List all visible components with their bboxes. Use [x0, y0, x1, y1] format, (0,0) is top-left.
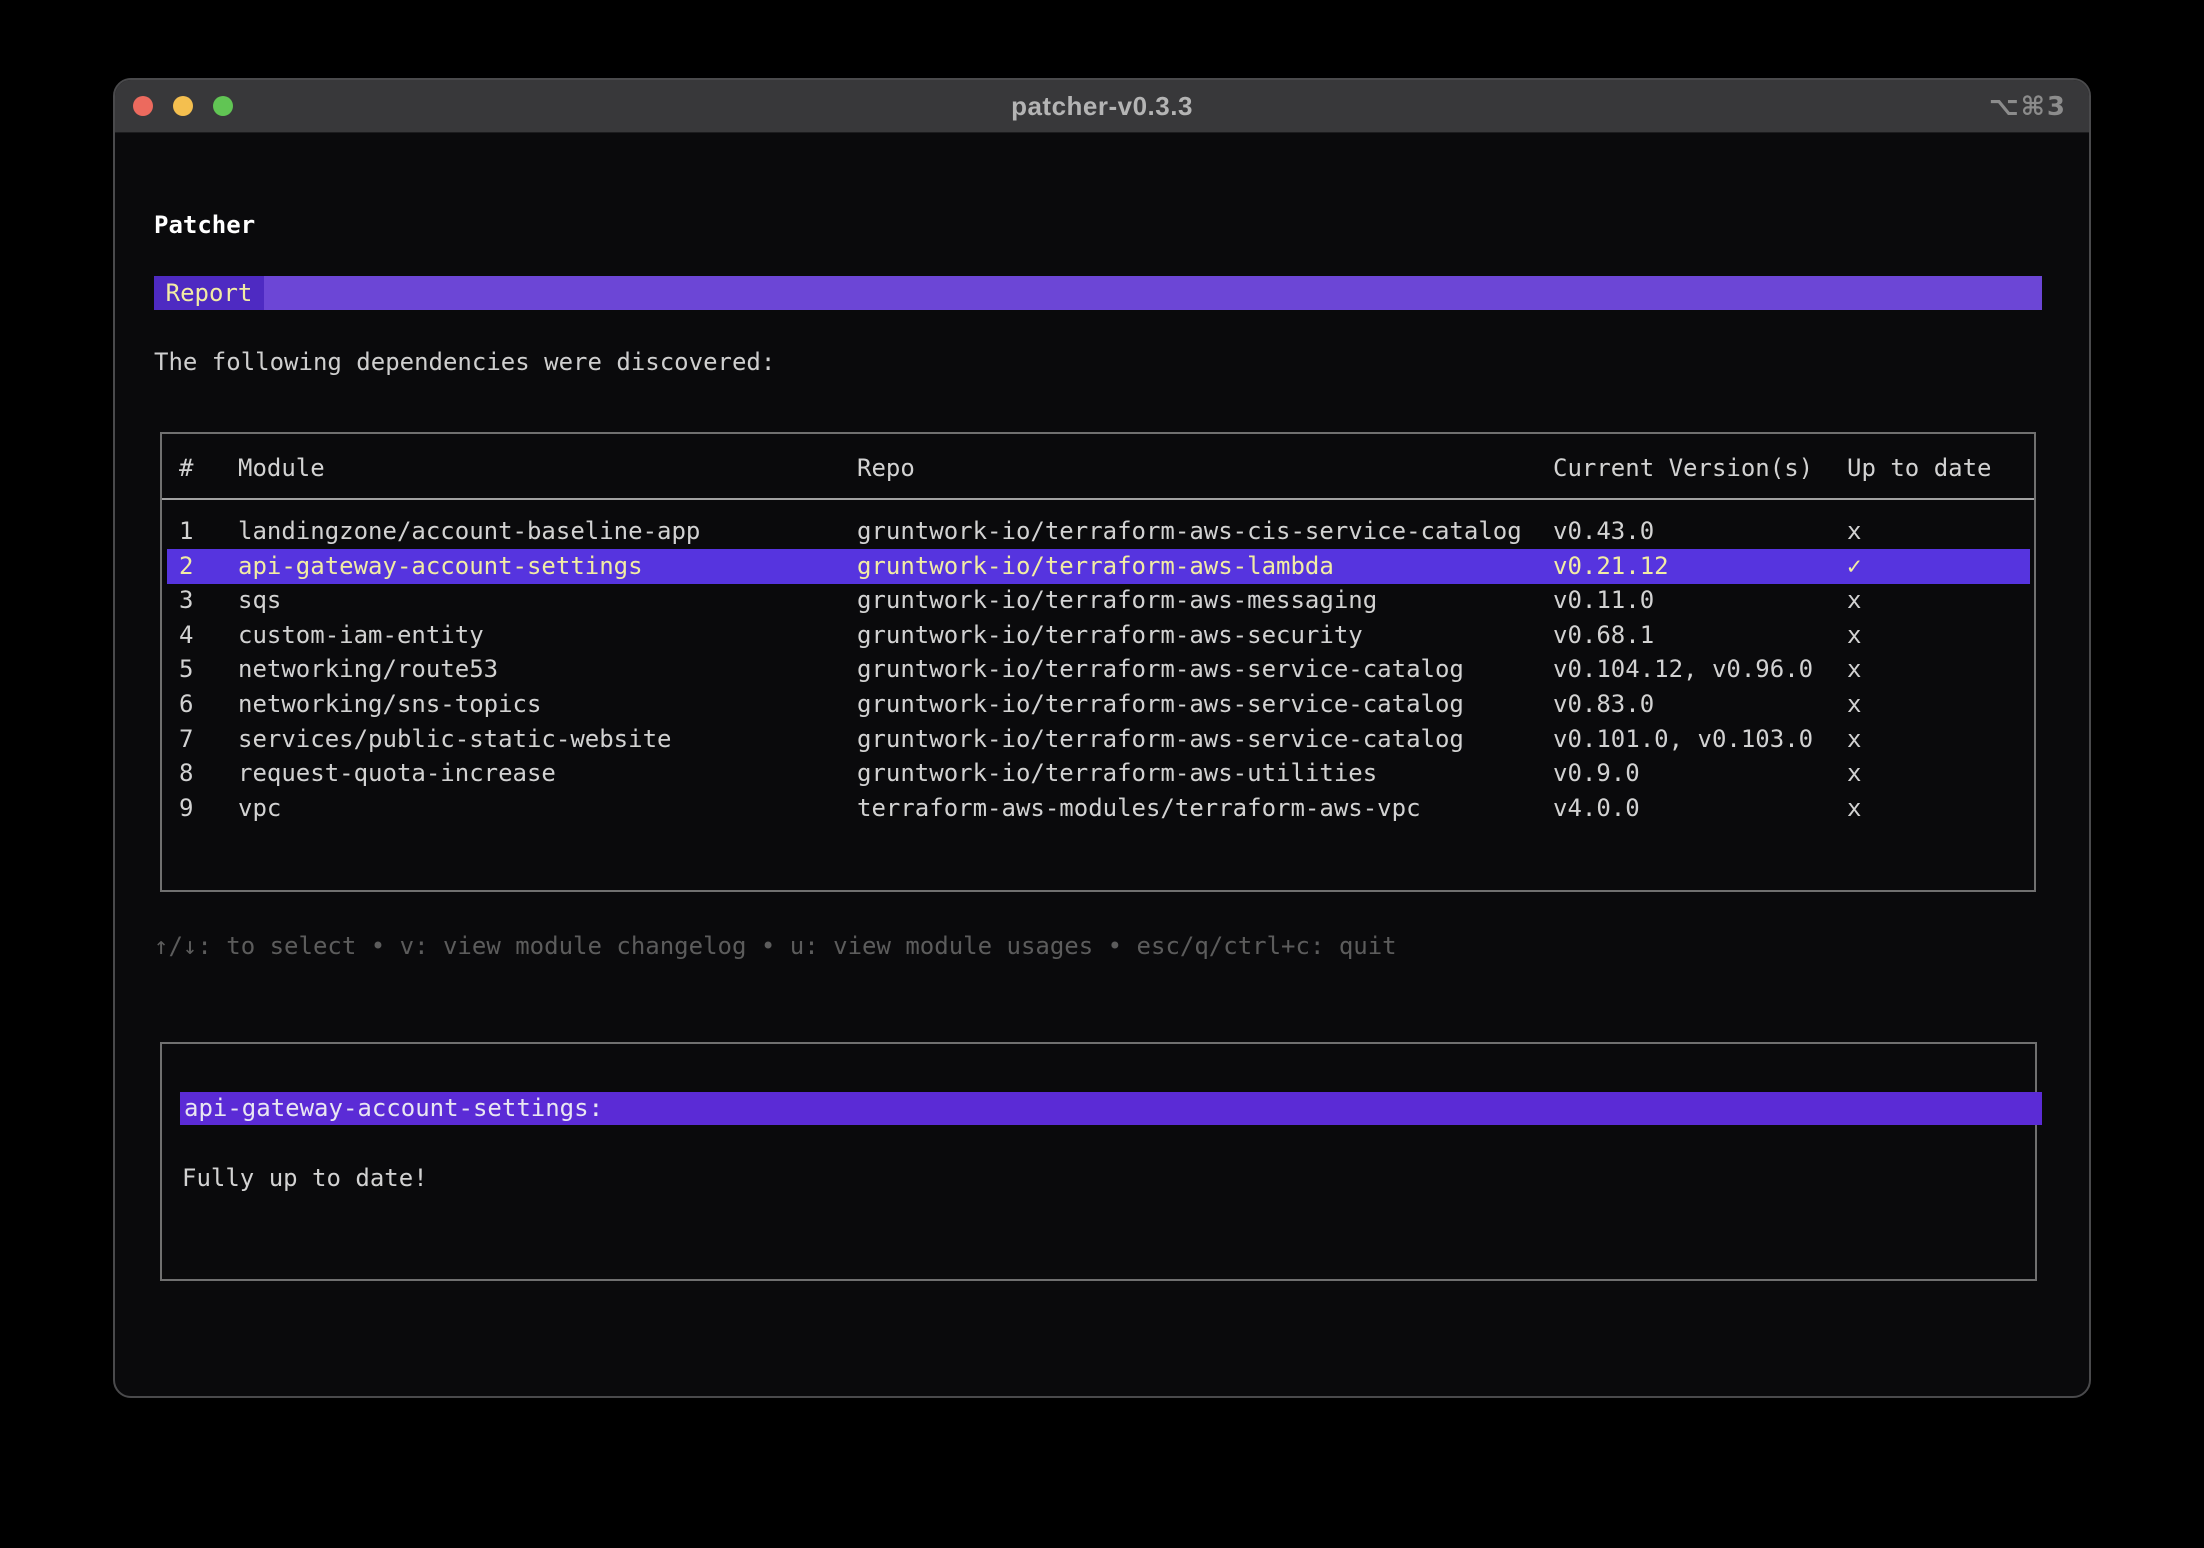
terminal-window: patcher-v0.3.3 ⌥⌘3 Patcher Report The fo… [113, 78, 2091, 1398]
cell-repo: terraform-aws-modules/terraform-aws-vpc [857, 793, 1421, 822]
cell-num: 5 [179, 655, 194, 684]
cell-module: services/public-static-website [238, 724, 672, 753]
intro-text: The following dependencies were discover… [154, 348, 776, 376]
cell-repo: gruntwork-io/terraform-aws-service-catal… [857, 655, 1464, 684]
cell-repo: gruntwork-io/terraform-aws-cis-service-c… [857, 517, 1522, 545]
cell-up-to-date: x [1847, 655, 1862, 684]
cell-up-to-date: x [1847, 690, 1862, 718]
cell-version: v0.9.0 [1553, 759, 1640, 788]
cell-repo: gruntwork-io/terraform-aws-service-catal… [857, 724, 1464, 753]
cell-num: 3 [179, 586, 194, 615]
cell-version: v0.43.0 [1553, 517, 1655, 545]
cell-module: api-gateway-account-settings [238, 551, 643, 580]
table-row[interactable]: 2 api-gateway-account-settings gruntwork-i… [167, 548, 2030, 584]
table-row[interactable]: 7 services/public-static-website gruntwork… [167, 722, 2030, 757]
cell-repo: gruntwork-io/terraform-aws-messaging [857, 586, 1378, 615]
cell-up-to-date: ✓ [1847, 551, 1862, 580]
cell-repo: gruntwork-io/terraform-aws-utilities [857, 759, 1378, 788]
cell-version: v0.68.1 [1553, 620, 1655, 649]
cell-up-to-date: x [1847, 724, 1862, 753]
cell-module: request-quota-increase [238, 759, 556, 788]
cell-version: v0.104.12, v0.96.0 [1553, 655, 1814, 684]
tab-shortcut-badge: ⌥⌘3 [1988, 91, 2067, 122]
cell-version: v0.21.12 [1553, 551, 1669, 580]
cell-up-to-date: x [1847, 586, 1862, 615]
window-titlebar[interactable]: patcher-v0.3.3 ⌥⌘3 [115, 80, 2089, 133]
cell-version: v4.0.0 [1553, 793, 1640, 822]
table-rows: 1 landingzone/account-baseline-app gruntwo… [162, 434, 2034, 890]
cell-num: 1 [179, 517, 194, 545]
cell-module: sqs [238, 586, 282, 615]
dependencies-table: # Module Repo Current Version(s) Up to d… [160, 432, 2036, 892]
app-heading: Patcher [154, 211, 256, 239]
cell-num: 7 [179, 724, 194, 753]
table-row[interactable]: 1 landingzone/account-baseline-app gruntwo… [167, 514, 2030, 549]
table-row[interactable]: 6 networking/sns-topics gruntwork-io/terra… [167, 687, 2030, 722]
cell-up-to-date: x [1847, 620, 1862, 649]
table-row[interactable]: 8 request-quota-increase gruntwork-io/terr… [167, 756, 2030, 791]
cell-repo: gruntwork-io/terraform-aws-service-catal… [857, 690, 1464, 718]
cell-num: 9 [179, 793, 194, 822]
cell-module: landingzone/account-baseline-app [238, 517, 701, 545]
cell-num: 8 [179, 759, 194, 788]
cell-module: custom-iam-entity [238, 620, 484, 649]
cell-version: v0.11.0 [1553, 586, 1655, 615]
table-row[interactable]: 3 sqs gruntwork-io/terraform-aws-messaging… [167, 583, 2030, 618]
module-detail-body: Fully up to date! [182, 1164, 428, 1192]
cell-version: v0.83.0 [1553, 690, 1655, 718]
cell-module: networking/route53 [238, 655, 499, 684]
cell-version: v0.101.0, v0.103.0 [1553, 724, 1814, 753]
keybinding-help: ↑/↓: to select • v: view module changelo… [154, 932, 1397, 960]
tab-report[interactable]: Report [154, 276, 264, 310]
module-detail-box [160, 1042, 2037, 1281]
cell-up-to-date: x [1847, 517, 1862, 545]
report-tab-bar: Report [154, 276, 2042, 310]
window-title: patcher-v0.3.3 [1011, 91, 1193, 121]
cell-up-to-date: x [1847, 793, 1862, 822]
table-row[interactable]: 9 vpc terraform-aws-modules/terraform-aws-… [167, 791, 2030, 826]
cell-num: 6 [179, 690, 194, 718]
cell-module: networking/sns-topics [238, 690, 542, 718]
table-row[interactable]: 5 networking/route53 gruntwork-io/terrafor… [167, 652, 2030, 687]
cell-repo: gruntwork-io/terraform-aws-security [857, 620, 1363, 649]
cell-up-to-date: x [1847, 759, 1862, 788]
module-detail-title: api-gateway-account-settings: [180, 1092, 2042, 1125]
table-row[interactable]: 4 custom-iam-entity gruntwork-io/terraform… [167, 618, 2030, 653]
cell-num: 2 [179, 551, 194, 580]
cell-num: 4 [179, 620, 194, 649]
cell-repo: gruntwork-io/terraform-aws-lambda [857, 551, 1334, 580]
cell-module: vpc [238, 793, 282, 822]
